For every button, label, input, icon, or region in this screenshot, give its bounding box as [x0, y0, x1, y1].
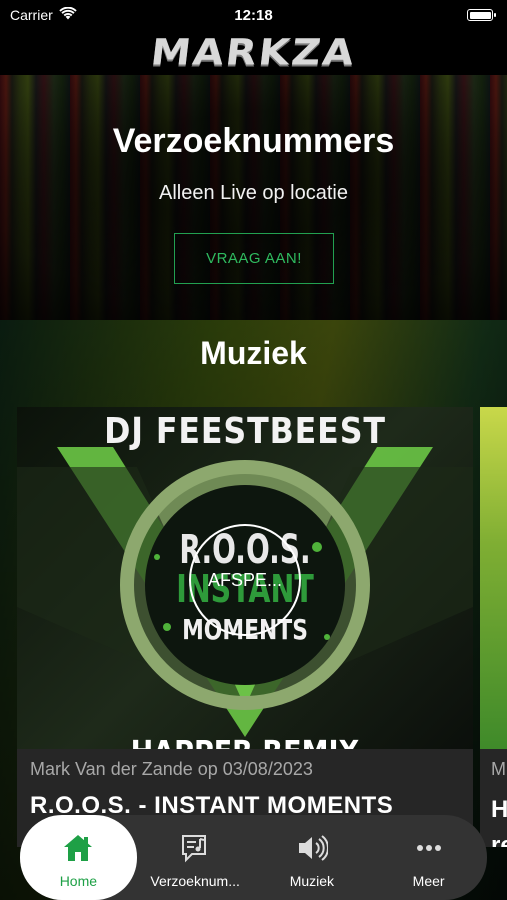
app-header: MARKZA: [0, 30, 507, 75]
music-section-title: Muziek: [200, 335, 307, 371]
request-music-icon: [180, 833, 210, 863]
play-button[interactable]: AFSPE...: [189, 524, 301, 636]
battery-icon: [467, 9, 496, 21]
home-icon: [62, 833, 94, 863]
wifi-icon: [59, 6, 77, 23]
card-title-next: H re: [491, 792, 507, 847]
album-cover-next: [480, 407, 507, 749]
tab-music[interactable]: Muziek: [254, 815, 371, 900]
cover-heading: DJ FEESTBEEST: [104, 411, 386, 452]
music-card-next[interactable]: M H re: [480, 407, 507, 847]
album-cover: DJ FEESTBEEST R.O.O.S. INSTANT MOMENTS H…: [17, 407, 473, 749]
tab-home[interactable]: Home: [20, 815, 137, 900]
card-title-next-line1: H: [491, 796, 507, 823]
speaker-icon: [296, 833, 328, 863]
hero-subtitle: Alleen Live op locatie: [158, 182, 348, 204]
play-label: AFSPE...: [207, 569, 283, 590]
hero-title: Verzoeknummers: [112, 122, 395, 160]
tab-requests[interactable]: Verzoeknum...: [137, 815, 254, 900]
card-title-next-line2: re: [491, 832, 507, 847]
tab-bar: Home Verzoeknum... Muziek Meer: [20, 815, 487, 900]
carrier-label: Carrier: [10, 7, 53, 23]
request-song-button[interactable]: VRAAG AAN!: [174, 233, 334, 284]
app-logo: MARKZA: [148, 31, 359, 74]
status-bar: Carrier 12:18: [0, 0, 507, 30]
card-meta: Mark Van der Zande op 03/08/2023: [30, 759, 313, 779]
tab-requests-label: Verzoeknum...: [150, 873, 240, 889]
status-left: Carrier: [10, 6, 77, 23]
tab-home-label: Home: [59, 873, 98, 889]
card-meta-next: M: [491, 759, 506, 779]
tab-more-label: Meer: [412, 873, 445, 889]
tab-more[interactable]: Meer: [370, 815, 487, 900]
more-icon: [416, 833, 442, 863]
tab-music-label: Muziek: [289, 873, 335, 889]
cover-footer: HAPPER REMIX: [40, 735, 450, 749]
status-time: 12:18: [234, 6, 273, 24]
music-card[interactable]: DJ FEESTBEEST R.O.O.S. INSTANT MOMENTS H…: [17, 407, 473, 847]
